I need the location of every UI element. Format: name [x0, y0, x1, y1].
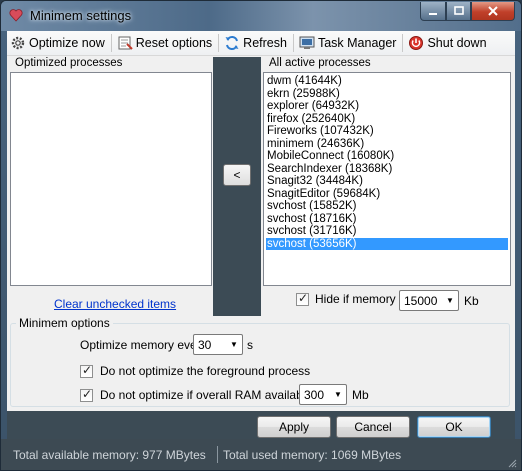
foreground-option-row: Do not optimize the foreground process — [80, 363, 311, 378]
active-processes-list[interactable]: dwm (41644K) ekrn (25988K) explorer (64932… — [263, 72, 511, 286]
shutdown-icon — [408, 35, 424, 51]
refresh-label: Refresh — [243, 36, 287, 50]
gear-icon — [10, 35, 26, 51]
process-item[interactable]: SnagitEditor (59684K) — [266, 188, 508, 201]
toolbar-separator — [402, 34, 404, 52]
optimize-every-label: Optimize memory every — [80, 338, 207, 352]
toolbar-separator — [110, 34, 112, 52]
process-item[interactable]: minimem (24636K) — [266, 138, 508, 151]
chevron-down-icon: ▼ — [446, 296, 454, 305]
toolbar-separator — [218, 34, 220, 52]
ram-threshold-select[interactable]: 300 ▼ — [299, 384, 347, 405]
minimize-icon — [429, 13, 437, 15]
ram-checkbox[interactable] — [80, 387, 93, 402]
resize-grip-icon[interactable] — [507, 458, 517, 468]
cancel-button[interactable]: Cancel — [336, 416, 410, 438]
shut-down-button[interactable]: Shut down — [405, 32, 490, 54]
process-items: dwm (41644K) ekrn (25988K) explorer (64932… — [264, 73, 510, 250]
task-manager-icon — [299, 35, 315, 51]
process-item[interactable]: explorer (64932K) — [266, 100, 508, 113]
reset-options-label: Reset options — [135, 36, 213, 50]
apply-button[interactable]: Apply — [257, 416, 331, 438]
clear-unchecked-link[interactable]: Clear unchecked items — [54, 297, 176, 311]
process-item[interactable]: svchost (53656K) — [266, 237, 508, 250]
minimem-settings-window: Minimem settings Optimize now Reset opti… — [0, 0, 522, 471]
window-title: Minimem settings — [30, 8, 132, 23]
toolbar: Optimize now Reset options Refresh Task … — [7, 31, 515, 56]
hide-memory-unit: Kb — [464, 294, 479, 308]
shut-down-label: Shut down — [427, 36, 487, 50]
hide-if-memory-row: Hide if memory < — [296, 291, 407, 306]
minimem-options-title: Minimem options — [16, 316, 113, 330]
available-memory-status: Total available memory: 977 MBytes — [13, 448, 206, 462]
close-icon — [488, 6, 498, 16]
optimized-processes-title: Optimized processes — [15, 57, 123, 69]
hide-memory-threshold-select[interactable]: 15000 ▼ — [399, 290, 459, 311]
ram-threshold-unit: Mb — [352, 388, 369, 402]
divider-strip — [213, 57, 261, 316]
process-item[interactable]: dwm (41644K) — [266, 75, 508, 88]
toolbar-separator — [292, 34, 294, 52]
process-item[interactable]: svchost (31716K) — [266, 225, 508, 238]
client-area: Optimize now Reset options Refresh Task … — [7, 31, 515, 439]
process-item[interactable]: svchost (18716K) — [266, 213, 508, 226]
move-to-optimized-button[interactable]: < — [223, 164, 251, 186]
optimize-interval-unit: s — [247, 338, 253, 352]
optimize-interval-value: 30 — [198, 337, 212, 352]
process-item[interactable]: MobileConnect (16080K) — [266, 150, 508, 163]
minimize-button[interactable] — [420, 2, 446, 21]
caption-buttons — [420, 2, 515, 21]
close-button[interactable] — [471, 2, 515, 21]
status-separator — [217, 446, 218, 463]
reset-icon — [117, 35, 133, 51]
process-item[interactable]: Snagit32 (34484K) — [266, 175, 508, 188]
maximize-icon — [453, 6, 464, 15]
reset-options-button[interactable]: Reset options — [114, 32, 216, 54]
process-item[interactable]: Fireworks (107432K) — [266, 125, 508, 138]
optimize-now-button[interactable]: Optimize now — [7, 32, 109, 54]
cancel-label: Cancel — [354, 420, 392, 434]
optimized-processes-list[interactable] — [10, 72, 212, 286]
refresh-button[interactable]: Refresh — [221, 32, 291, 54]
optimize-interval-select[interactable]: 30 ▼ — [193, 334, 243, 355]
used-memory-status: Total used memory: 1069 MBytes — [223, 448, 402, 462]
ram-threshold-value: 300 — [304, 387, 325, 402]
process-item[interactable]: ekrn (25988K) — [266, 88, 508, 101]
ok-button[interactable]: OK — [417, 416, 491, 438]
apply-label: Apply — [278, 420, 310, 434]
move-button-label: < — [233, 168, 241, 182]
maximize-button[interactable] — [446, 2, 471, 21]
title-bar[interactable]: Minimem settings — [1, 1, 521, 31]
hide-if-memory-checkbox[interactable] — [296, 291, 309, 306]
optimize-every-row: Optimize memory every — [80, 338, 207, 352]
foreground-checkbox[interactable] — [80, 363, 93, 378]
ok-label: OK — [445, 420, 463, 434]
all-active-processes-title: All active processes — [269, 57, 371, 69]
foreground-label: Do not optimize the foreground process — [100, 364, 311, 378]
hide-if-memory-label: Hide if memory < — [315, 292, 407, 306]
process-item[interactable]: SearchIndexer (18368K) — [266, 163, 508, 176]
chevron-down-icon: ▼ — [230, 340, 238, 349]
task-manager-label: Task Manager — [317, 36, 397, 50]
process-item[interactable]: svchost (15852K) — [266, 200, 508, 213]
process-item[interactable]: firefox (252640K) — [266, 113, 508, 126]
hide-memory-threshold-value: 15000 — [404, 293, 438, 308]
ram-label: Do not optimize if overall RAM available… — [100, 388, 323, 402]
task-manager-button[interactable]: Task Manager — [296, 32, 401, 54]
refresh-icon — [224, 35, 240, 51]
optimize-now-label: Optimize now — [29, 36, 105, 50]
status-bar: Total available memory: 977 MBytes Total… — [1, 439, 521, 470]
ram-option-row: Do not optimize if overall RAM available… — [80, 387, 323, 402]
chevron-down-icon: ▼ — [334, 390, 342, 399]
app-heart-icon — [9, 9, 23, 22]
